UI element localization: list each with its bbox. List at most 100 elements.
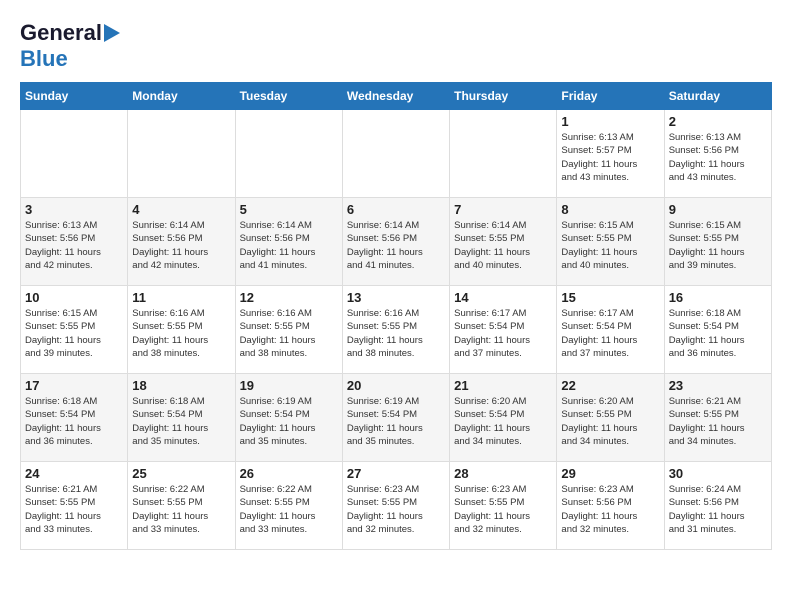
calendar-cell: 3 Sunrise: 6:13 AM Sunset: 5:56 PM Daylig…	[21, 198, 128, 286]
day-info: Sunrise: 6:14 AM Sunset: 5:56 PM Dayligh…	[132, 219, 230, 272]
day-number: 1	[561, 114, 659, 129]
day-info: Sunrise: 6:14 AM Sunset: 5:56 PM Dayligh…	[240, 219, 338, 272]
calendar-cell: 9Sunrise: 6:15 AM Sunset: 5:55 PM Daylig…	[664, 198, 771, 286]
calendar-cell: 5Sunrise: 6:14 AM Sunset: 5:56 PM Daylig…	[235, 198, 342, 286]
day-info: Sunrise: 6:20 AM Sunset: 5:54 PM Dayligh…	[454, 395, 552, 448]
calendar-cell: 21 Sunrise: 6:20 AM Sunset: 5:54 PM Dayli…	[450, 374, 557, 462]
day-info: Sunrise: 6:21 AM Sunset: 5:55 PM Dayligh…	[669, 395, 767, 448]
day-info: Sunrise: 6:20 AM Sunset: 5:55 PM Dayligh…	[561, 395, 659, 448]
page-header: General Blue	[20, 20, 772, 72]
day-number: 25	[132, 466, 230, 481]
day-number: 16	[669, 290, 767, 305]
calendar-cell: 11 Sunrise: 6:16 AM Sunset: 5:55 PM Dayli…	[128, 286, 235, 374]
day-number: 21	[454, 378, 552, 393]
calendar-cell: 24 Sunrise: 6:21 AM Sunset: 5:55 PM Dayli…	[21, 462, 128, 550]
day-of-week-header: Sunday	[21, 83, 128, 110]
day-info: Sunrise: 6:13 AM Sunset: 5:57 PM Dayligh…	[561, 131, 659, 184]
day-info: Sunrise: 6:18 AM Sunset: 5:54 PM Dayligh…	[669, 307, 767, 360]
day-number: 18	[132, 378, 230, 393]
calendar-cell: 17 Sunrise: 6:18 AM Sunset: 5:54 PM Dayli…	[21, 374, 128, 462]
day-number: 2	[669, 114, 767, 129]
day-number: 6	[347, 202, 445, 217]
day-info: Sunrise: 6:23 AM Sunset: 5:55 PM Dayligh…	[454, 483, 552, 536]
calendar-week-row: 17 Sunrise: 6:18 AM Sunset: 5:54 PM Dayli…	[21, 374, 772, 462]
day-number: 4	[132, 202, 230, 217]
calendar-cell: 28 Sunrise: 6:23 AM Sunset: 5:55 PM Dayli…	[450, 462, 557, 550]
calendar-cell	[342, 110, 449, 198]
day-number: 11	[132, 290, 230, 305]
calendar-cell: 1 Sunrise: 6:13 AM Sunset: 5:57 PM Daylig…	[557, 110, 664, 198]
day-info: Sunrise: 6:15 AM Sunset: 5:55 PM Dayligh…	[25, 307, 123, 360]
day-number: 3	[25, 202, 123, 217]
logo-general-text: General	[20, 20, 102, 46]
day-info: Sunrise: 6:18 AM Sunset: 5:54 PM Dayligh…	[25, 395, 123, 448]
day-number: 29	[561, 466, 659, 481]
day-info: Sunrise: 6:24 AM Sunset: 5:56 PM Dayligh…	[669, 483, 767, 536]
calendar-cell: 22 Sunrise: 6:20 AM Sunset: 5:55 PM Dayli…	[557, 374, 664, 462]
calendar-table: SundayMondayTuesdayWednesdayThursdayFrid…	[20, 82, 772, 550]
calendar-header-row: SundayMondayTuesdayWednesdayThursdayFrid…	[21, 83, 772, 110]
day-number: 17	[25, 378, 123, 393]
day-info: Sunrise: 6:15 AM Sunset: 5:55 PM Dayligh…	[561, 219, 659, 272]
day-info: Sunrise: 6:18 AM Sunset: 5:54 PM Dayligh…	[132, 395, 230, 448]
calendar-cell	[128, 110, 235, 198]
day-info: Sunrise: 6:19 AM Sunset: 5:54 PM Dayligh…	[347, 395, 445, 448]
calendar-cell	[235, 110, 342, 198]
calendar-cell: 27 Sunrise: 6:23 AM Sunset: 5:55 PM Dayli…	[342, 462, 449, 550]
calendar-cell: 19 Sunrise: 6:19 AM Sunset: 5:54 PM Dayli…	[235, 374, 342, 462]
day-number: 30	[669, 466, 767, 481]
day-info: Sunrise: 6:16 AM Sunset: 5:55 PM Dayligh…	[132, 307, 230, 360]
day-number: 9	[669, 202, 767, 217]
logo-blue-text: Blue	[20, 46, 68, 72]
day-info: Sunrise: 6:16 AM Sunset: 5:55 PM Dayligh…	[347, 307, 445, 360]
calendar-cell: 2Sunrise: 6:13 AM Sunset: 5:56 PM Daylig…	[664, 110, 771, 198]
day-of-week-header: Wednesday	[342, 83, 449, 110]
day-number: 10	[25, 290, 123, 305]
calendar-cell: 29 Sunrise: 6:23 AM Sunset: 5:56 PM Dayli…	[557, 462, 664, 550]
calendar-week-row: 3 Sunrise: 6:13 AM Sunset: 5:56 PM Daylig…	[21, 198, 772, 286]
day-info: Sunrise: 6:14 AM Sunset: 5:56 PM Dayligh…	[347, 219, 445, 272]
calendar-week-row: 1 Sunrise: 6:13 AM Sunset: 5:57 PM Daylig…	[21, 110, 772, 198]
calendar-cell: 16 Sunrise: 6:18 AM Sunset: 5:54 PM Dayli…	[664, 286, 771, 374]
calendar-cell: 26 Sunrise: 6:22 AM Sunset: 5:55 PM Dayli…	[235, 462, 342, 550]
day-number: 20	[347, 378, 445, 393]
day-info: Sunrise: 6:16 AM Sunset: 5:55 PM Dayligh…	[240, 307, 338, 360]
calendar-cell: 20 Sunrise: 6:19 AM Sunset: 5:54 PM Dayli…	[342, 374, 449, 462]
day-info: Sunrise: 6:13 AM Sunset: 5:56 PM Dayligh…	[25, 219, 123, 272]
day-of-week-header: Monday	[128, 83, 235, 110]
day-info: Sunrise: 6:23 AM Sunset: 5:55 PM Dayligh…	[347, 483, 445, 536]
day-of-week-header: Thursday	[450, 83, 557, 110]
day-number: 12	[240, 290, 338, 305]
day-info: Sunrise: 6:21 AM Sunset: 5:55 PM Dayligh…	[25, 483, 123, 536]
day-of-week-header: Saturday	[664, 83, 771, 110]
day-number: 27	[347, 466, 445, 481]
day-number: 13	[347, 290, 445, 305]
day-info: Sunrise: 6:22 AM Sunset: 5:55 PM Dayligh…	[240, 483, 338, 536]
calendar-cell: 15 Sunrise: 6:17 AM Sunset: 5:54 PM Dayli…	[557, 286, 664, 374]
calendar-cell	[450, 110, 557, 198]
day-of-week-header: Friday	[557, 83, 664, 110]
calendar-cell: 13 Sunrise: 6:16 AM Sunset: 5:55 PM Dayli…	[342, 286, 449, 374]
logo-flag-icon	[104, 24, 120, 42]
day-number: 28	[454, 466, 552, 481]
day-number: 7	[454, 202, 552, 217]
day-number: 19	[240, 378, 338, 393]
day-number: 15	[561, 290, 659, 305]
day-number: 24	[25, 466, 123, 481]
calendar-week-row: 24 Sunrise: 6:21 AM Sunset: 5:55 PM Dayli…	[21, 462, 772, 550]
calendar-cell: 12 Sunrise: 6:16 AM Sunset: 5:55 PM Dayli…	[235, 286, 342, 374]
day-of-week-header: Tuesday	[235, 83, 342, 110]
calendar-cell: 6 Sunrise: 6:14 AM Sunset: 5:56 PM Daylig…	[342, 198, 449, 286]
day-number: 22	[561, 378, 659, 393]
calendar-body: 1 Sunrise: 6:13 AM Sunset: 5:57 PM Daylig…	[21, 110, 772, 550]
day-info: Sunrise: 6:19 AM Sunset: 5:54 PM Dayligh…	[240, 395, 338, 448]
day-number: 26	[240, 466, 338, 481]
day-number: 8	[561, 202, 659, 217]
day-info: Sunrise: 6:17 AM Sunset: 5:54 PM Dayligh…	[454, 307, 552, 360]
day-info: Sunrise: 6:14 AM Sunset: 5:55 PM Dayligh…	[454, 219, 552, 272]
calendar-cell: 18 Sunrise: 6:18 AM Sunset: 5:54 PM Dayli…	[128, 374, 235, 462]
day-info: Sunrise: 6:22 AM Sunset: 5:55 PM Dayligh…	[132, 483, 230, 536]
day-info: Sunrise: 6:17 AM Sunset: 5:54 PM Dayligh…	[561, 307, 659, 360]
calendar-cell: 23Sunrise: 6:21 AM Sunset: 5:55 PM Dayli…	[664, 374, 771, 462]
day-info: Sunrise: 6:23 AM Sunset: 5:56 PM Dayligh…	[561, 483, 659, 536]
